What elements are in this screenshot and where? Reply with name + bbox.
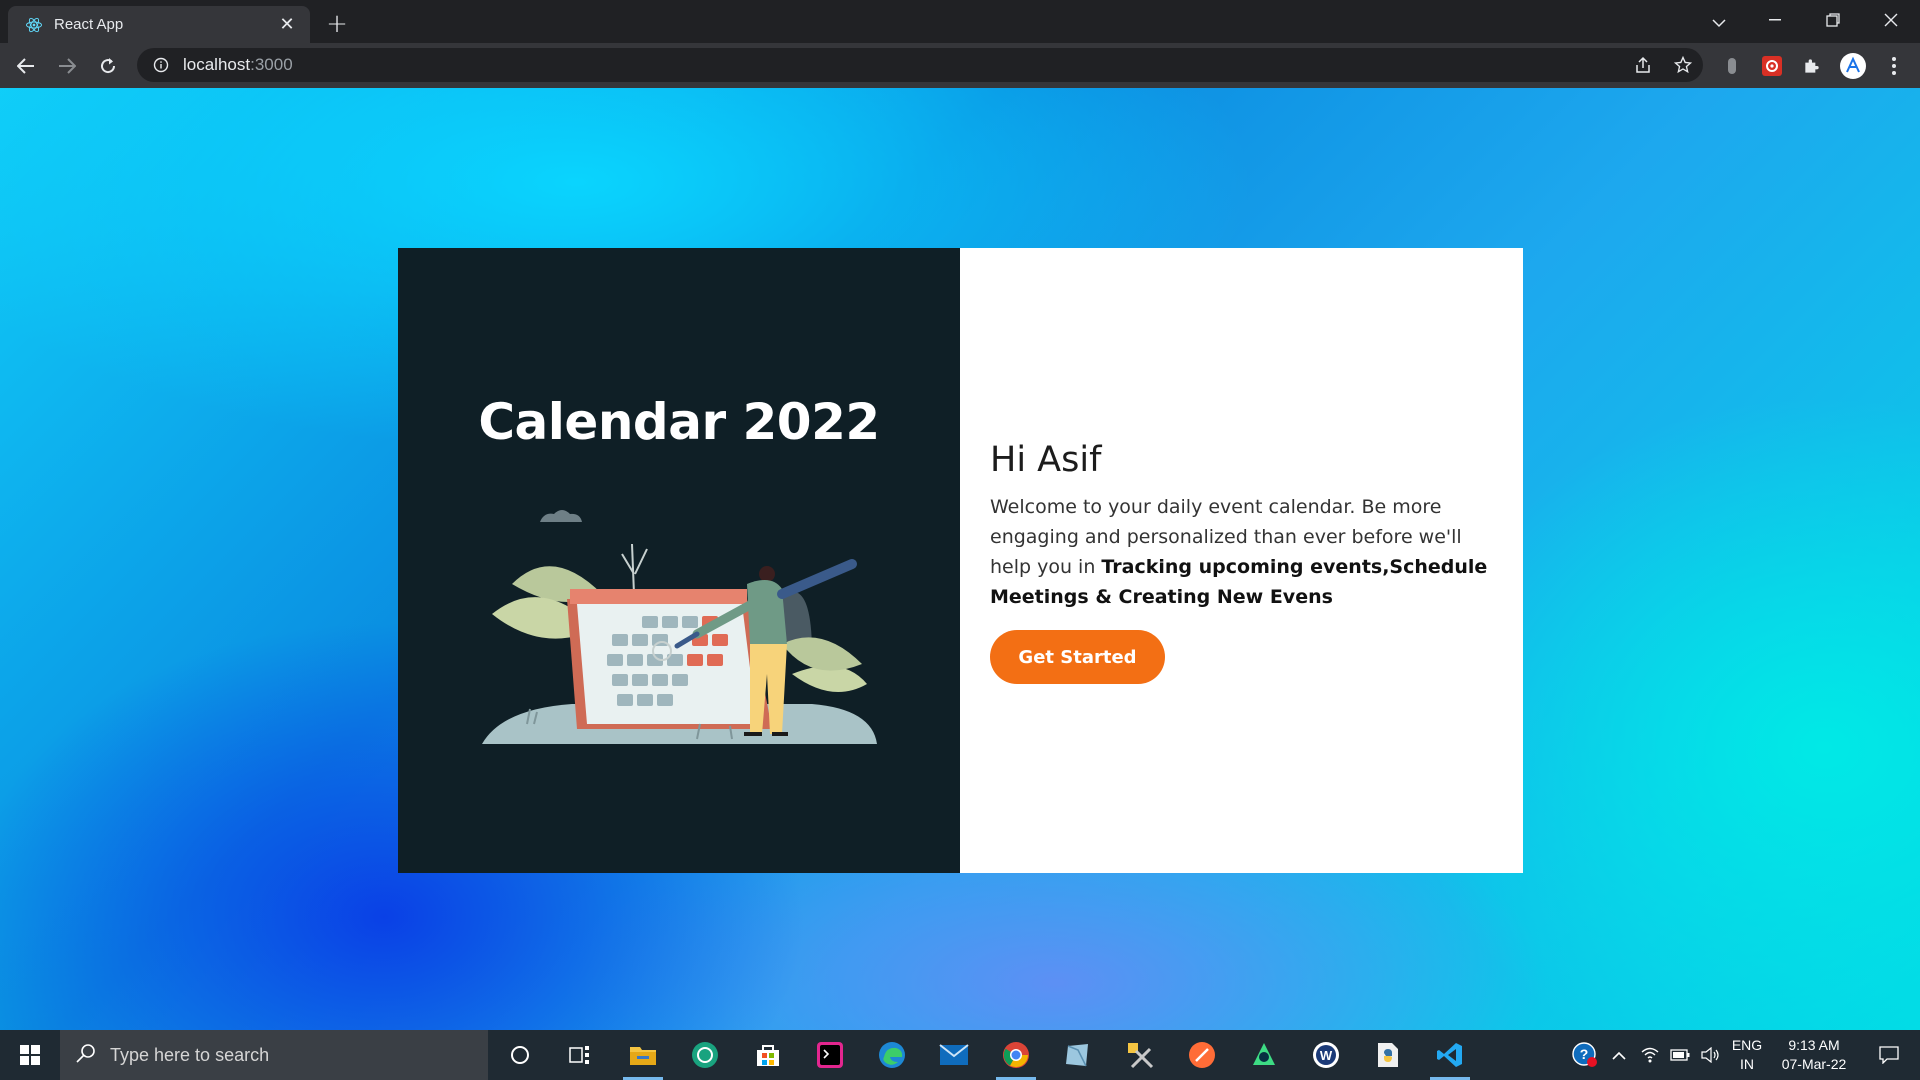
extensions-puzzle-icon[interactable]	[1798, 52, 1826, 80]
chatgpt-icon[interactable]	[677, 1030, 733, 1080]
back-arrow-icon[interactable]	[10, 50, 42, 82]
react-logo-icon	[24, 15, 44, 35]
site-info-icon[interactable]	[151, 55, 171, 75]
get-started-button[interactable]: Get Started	[990, 630, 1165, 684]
browser-tab[interactable]: React App ✕	[8, 6, 310, 43]
browser-tab-strip: React App ✕ +	[0, 0, 1920, 43]
terminal-icon[interactable]	[802, 1030, 858, 1080]
tab-title: React App	[54, 16, 124, 33]
cortana-icon[interactable]	[492, 1030, 548, 1080]
new-tab-button[interactable]: +	[322, 9, 352, 39]
tab-search-icon[interactable]	[1704, 8, 1734, 38]
android-studio-icon[interactable]	[1236, 1030, 1292, 1080]
chrome-icon[interactable]	[988, 1030, 1044, 1080]
page-viewport: Calendar 2022 Hi Asif Welcome to your da…	[0, 88, 1920, 1030]
region-code: IN	[1740, 1056, 1754, 1072]
close-tab-icon[interactable]: ✕	[276, 14, 298, 36]
hero-title: Calendar 2022	[478, 393, 880, 451]
file-explorer-icon[interactable]	[615, 1030, 671, 1080]
welcome-description: Welcome to your daily event calendar. Be…	[990, 492, 1495, 612]
windows-taskbar: Type here to search W ? ENG IN 9:13 AM 0…	[0, 1030, 1920, 1080]
battery-icon[interactable]	[1666, 1030, 1694, 1080]
clock-date: 07-Mar-22	[1781, 1056, 1847, 1072]
search-icon	[76, 1043, 96, 1067]
restore-window-icon[interactable]	[1804, 0, 1862, 40]
notification-center-icon[interactable]	[1864, 1030, 1914, 1080]
reload-icon[interactable]	[92, 50, 124, 82]
task-view-icon[interactable]	[552, 1030, 608, 1080]
taskbar-search-box[interactable]: Type here to search	[60, 1030, 488, 1080]
clock-time: 9:13 AM	[1788, 1037, 1840, 1053]
share-icon[interactable]	[1629, 51, 1657, 79]
svg-text:W: W	[1320, 1048, 1333, 1063]
extension-red-icon[interactable]	[1758, 52, 1786, 80]
windows-start-icon[interactable]	[0, 1030, 60, 1080]
tools-icon[interactable]	[1112, 1030, 1168, 1080]
bookmark-star-icon[interactable]	[1669, 51, 1697, 79]
wifi-icon[interactable]	[1636, 1030, 1664, 1080]
extension-grey-icon[interactable]	[1718, 52, 1746, 80]
minimize-window-icon[interactable]	[1746, 0, 1804, 40]
chevron-up-icon[interactable]	[1604, 1030, 1634, 1080]
card-content-panel: Hi Asif Welcome to your daily event cale…	[960, 248, 1523, 873]
language-code: ENG	[1731, 1037, 1763, 1053]
postman-icon[interactable]	[1174, 1030, 1230, 1080]
taskbar-search-placeholder: Type here to search	[110, 1044, 270, 1065]
forward-arrow-icon[interactable]	[51, 50, 83, 82]
input-language-indicator[interactable]: ENG IN	[1725, 1036, 1769, 1074]
volume-icon[interactable]	[1696, 1030, 1724, 1080]
word-icon[interactable]: W	[1298, 1030, 1354, 1080]
greeting-heading: Hi Asif	[990, 440, 1102, 480]
python-icon[interactable]	[1360, 1030, 1416, 1080]
edge-icon[interactable]	[864, 1030, 920, 1080]
svg-text:?: ?	[1580, 1046, 1589, 1062]
app-icon[interactable]	[1050, 1030, 1106, 1080]
vscode-icon[interactable]	[1422, 1030, 1478, 1080]
help-icon[interactable]: ?	[1568, 1030, 1602, 1080]
profile-avatar[interactable]	[1839, 52, 1867, 80]
mail-icon[interactable]	[926, 1030, 982, 1080]
browser-menu-icon[interactable]	[1880, 52, 1908, 80]
url-port: :3000	[250, 55, 293, 74]
microsoft-store-icon[interactable]	[740, 1030, 796, 1080]
address-bar[interactable]: localhost:3000	[137, 48, 1703, 82]
system-clock[interactable]: 9:13 AM 07-Mar-22	[1770, 1036, 1858, 1074]
close-window-icon[interactable]	[1862, 0, 1920, 40]
browser-toolbar: localhost:3000	[0, 43, 1920, 88]
welcome-card: Calendar 2022 Hi Asif Welcome to your da…	[398, 248, 1523, 873]
url-host: localhost	[183, 55, 251, 74]
card-hero-panel: Calendar 2022	[398, 248, 960, 873]
calendar-illustration	[482, 510, 877, 744]
